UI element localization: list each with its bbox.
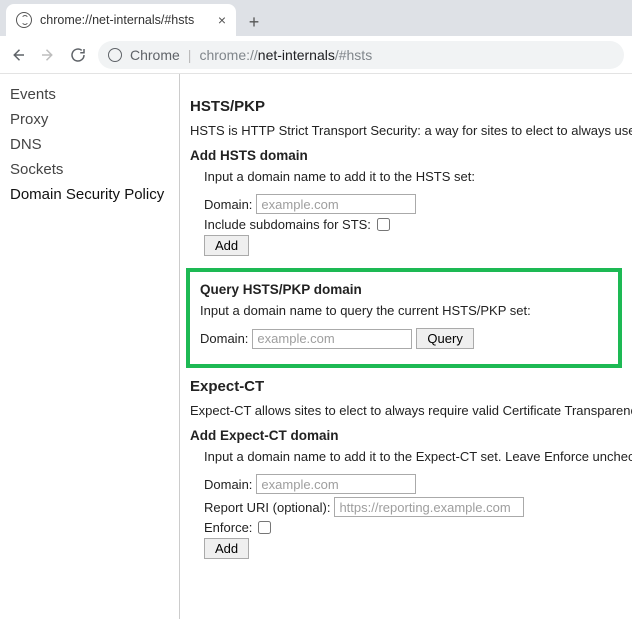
main-panel: HSTS/PKP HSTS is HTTP Strict Transport S…	[180, 74, 632, 619]
tab-title: chrome://net-internals/#hsts	[40, 13, 194, 27]
add-hsts-include-label: Include subdomains for STS:	[204, 217, 371, 232]
add-hsts-include-checkbox[interactable]	[377, 218, 390, 231]
add-expectct-instr: Input a domain name to add it to the Exp…	[204, 449, 622, 464]
site-info-icon[interactable]	[108, 48, 122, 62]
add-hsts-domain-input[interactable]	[256, 194, 416, 214]
arrow-right-icon	[39, 46, 57, 64]
sidebar-item-domain-security-policy[interactable]: Domain Security Policy	[10, 182, 169, 207]
sidebar-item-sockets[interactable]: Sockets	[10, 157, 169, 182]
sidebar: Events Proxy DNS Sockets Domain Security…	[0, 74, 180, 619]
add-hsts-domain-label: Domain:	[204, 197, 252, 212]
reload-button[interactable]	[68, 45, 88, 65]
add-hsts-button[interactable]: Add	[204, 235, 249, 256]
add-hsts-title: Add HSTS domain	[190, 148, 622, 163]
forward-button[interactable]	[38, 45, 58, 65]
query-hsts-highlight: Query HSTS/PKP domain Input a domain nam…	[186, 268, 622, 368]
url-separator: |	[188, 47, 192, 63]
hsts-desc: HSTS is HTTP Strict Transport Security: …	[190, 123, 622, 138]
add-hsts-instr: Input a domain name to add it to the HST…	[204, 169, 622, 184]
back-button[interactable]	[8, 45, 28, 65]
add-hsts-block: Input a domain name to add it to the HST…	[190, 169, 622, 256]
add-expectct-enforce-label: Enforce:	[204, 520, 252, 535]
tab-strip: chrome://net-internals/#hsts × +	[0, 0, 632, 36]
sidebar-item-proxy[interactable]: Proxy	[10, 107, 169, 132]
add-expectct-domain-label: Domain:	[204, 477, 252, 492]
hsts-title: HSTS/PKP	[190, 98, 622, 115]
expectct-desc: Expect-CT allows sites to elect to alway…	[190, 403, 622, 418]
query-hsts-title: Query HSTS/PKP domain	[200, 282, 608, 297]
sidebar-item-events[interactable]: Events	[10, 82, 169, 107]
query-hsts-instr: Input a domain name to query the current…	[200, 303, 608, 318]
expectct-title: Expect-CT	[190, 378, 622, 395]
query-hsts-domain-label: Domain:	[200, 331, 248, 346]
arrow-left-icon	[9, 46, 27, 64]
add-expectct-enforce-checkbox[interactable]	[258, 521, 271, 534]
reload-icon	[69, 46, 87, 64]
browser-tab[interactable]: chrome://net-internals/#hsts ×	[6, 4, 236, 36]
close-icon[interactable]: ×	[218, 13, 226, 27]
globe-icon	[16, 12, 32, 28]
plus-icon: +	[249, 12, 260, 33]
query-hsts-button[interactable]: Query	[416, 328, 473, 349]
address-bar[interactable]: Chrome | chrome://net-internals/#hsts	[98, 41, 624, 69]
url-scheme-label: Chrome	[130, 47, 180, 63]
add-expectct-report-input[interactable]	[334, 497, 524, 517]
browser-toolbar: Chrome | chrome://net-internals/#hsts	[0, 36, 632, 74]
add-expectct-block: Input a domain name to add it to the Exp…	[190, 449, 622, 559]
page-content: Events Proxy DNS Sockets Domain Security…	[0, 74, 632, 619]
new-tab-button[interactable]: +	[240, 8, 268, 36]
query-hsts-domain-input[interactable]	[252, 329, 412, 349]
add-expectct-domain-input[interactable]	[256, 474, 416, 494]
sidebar-item-dns[interactable]: DNS	[10, 132, 169, 157]
add-expectct-title: Add Expect-CT domain	[190, 428, 622, 443]
add-expectct-report-label: Report URI (optional):	[204, 500, 330, 515]
add-expectct-button[interactable]: Add	[204, 538, 249, 559]
url-text: chrome://net-internals/#hsts	[199, 47, 372, 63]
